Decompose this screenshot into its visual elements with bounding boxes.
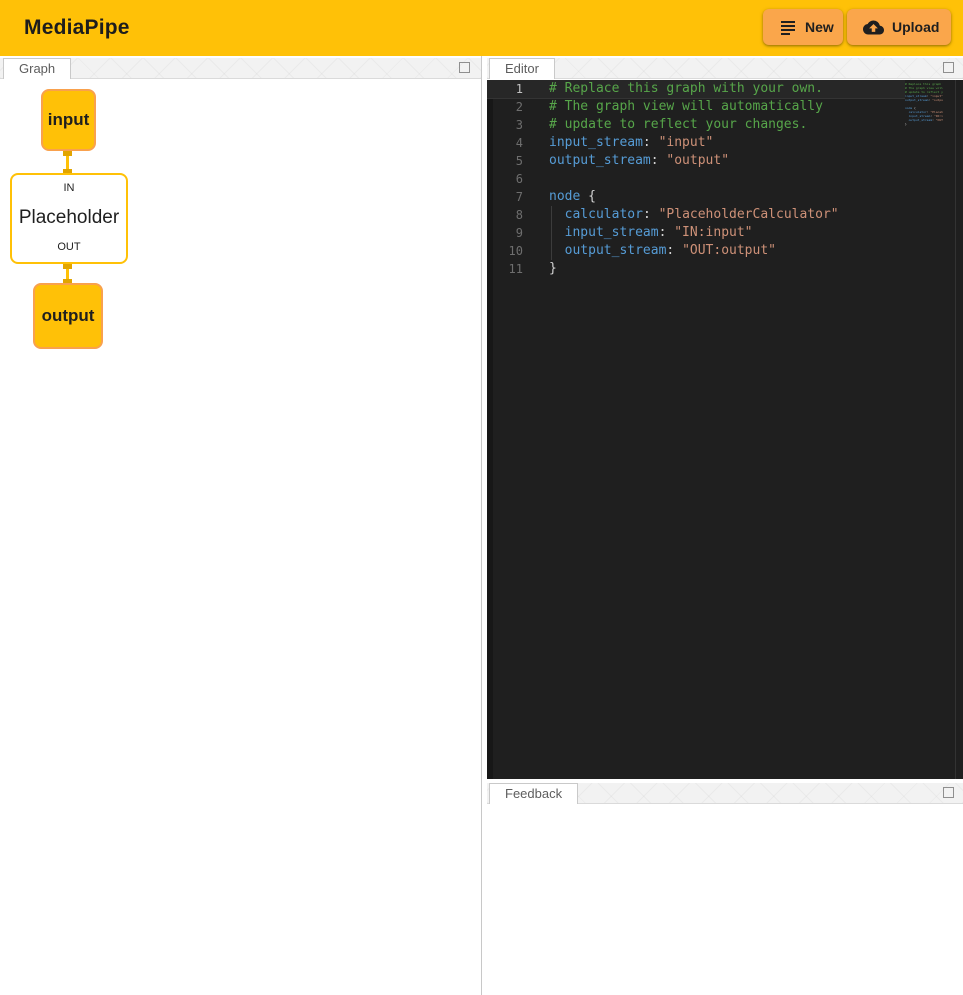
graph-node-output[interactable]: output	[33, 283, 103, 349]
app-title: MediaPipe	[24, 0, 130, 56]
line-number: 8	[487, 206, 523, 224]
cloud-upload-icon	[863, 17, 884, 38]
graph-node-placeholder[interactable]: IN Placeholder OUT	[10, 173, 128, 264]
upload-button[interactable]: Upload	[847, 9, 951, 45]
line-number: 11	[487, 260, 523, 278]
tab-editor[interactable]: Editor	[489, 58, 555, 79]
code-line[interactable]: 4input_stream: "input"	[487, 134, 905, 152]
code-lines[interactable]: 1# Replace this graph with your own.2# T…	[487, 80, 905, 278]
feedback-content	[487, 805, 963, 995]
feedback-tabbar: Feedback	[487, 783, 963, 804]
code-line[interactable]: 3# update to reflect your changes.	[487, 116, 905, 134]
list-icon	[779, 18, 797, 36]
editor-panel: Editor 1# Replace this graph with your o…	[487, 56, 963, 779]
upload-button-label: Upload	[892, 19, 939, 35]
line-number: 6	[487, 170, 523, 188]
graph-panel: Graph input IN Placeholder OUT output	[0, 56, 482, 995]
code-line[interactable]: 5output_stream: "output"	[487, 152, 905, 170]
code-line[interactable]: 11}	[487, 260, 905, 278]
line-number: 9	[487, 224, 523, 242]
new-button-label: New	[805, 19, 834, 35]
code-editor[interactable]: 1# Replace this graph with your own.2# T…	[487, 80, 963, 779]
maximize-icon[interactable]	[459, 62, 470, 73]
code-line[interactable]: 2# The graph view will automatically	[487, 98, 905, 116]
code-line[interactable]: 10 output_stream: "OUT:output"	[487, 242, 905, 260]
tab-feedback[interactable]: Feedback	[489, 783, 578, 804]
out-port-label: OUT	[57, 241, 80, 253]
graph-tabbar: Graph	[0, 58, 481, 79]
graph-canvas[interactable]: input IN Placeholder OUT output	[0, 80, 481, 995]
new-button[interactable]: New	[763, 9, 843, 45]
code-line[interactable]: 8 calculator: "PlaceholderCalculator"	[487, 206, 905, 224]
code-line[interactable]: 9 input_stream: "IN:input"	[487, 224, 905, 242]
code-line[interactable]: 1# Replace this graph with your own.	[487, 80, 905, 98]
node-label: Placeholder	[19, 207, 119, 229]
node-label: input	[48, 110, 90, 130]
app-header: MediaPipe New Upload	[0, 0, 963, 56]
line-number: 3	[487, 116, 523, 134]
line-number: 1	[487, 80, 523, 98]
minimap-divider	[955, 80, 956, 779]
feedback-panel: Feedback	[487, 781, 963, 995]
line-number: 7	[487, 188, 523, 206]
graph-node-input[interactable]: input	[41, 89, 96, 151]
minimap[interactable]: # Replace this graph with your own.# The…	[905, 82, 943, 142]
tab-graph[interactable]: Graph	[3, 58, 71, 79]
code-line[interactable]: 6	[487, 170, 905, 188]
line-number: 4	[487, 134, 523, 152]
line-number: 10	[487, 242, 523, 260]
indent-guide	[551, 206, 552, 260]
code-line[interactable]: 7node {	[487, 188, 905, 206]
editor-tabbar: Editor	[487, 58, 963, 79]
maximize-icon[interactable]	[943, 787, 954, 798]
in-port-label: IN	[64, 182, 75, 194]
node-label: output	[42, 306, 95, 326]
line-number: 2	[487, 98, 523, 116]
maximize-icon[interactable]	[943, 62, 954, 73]
line-number: 5	[487, 152, 523, 170]
